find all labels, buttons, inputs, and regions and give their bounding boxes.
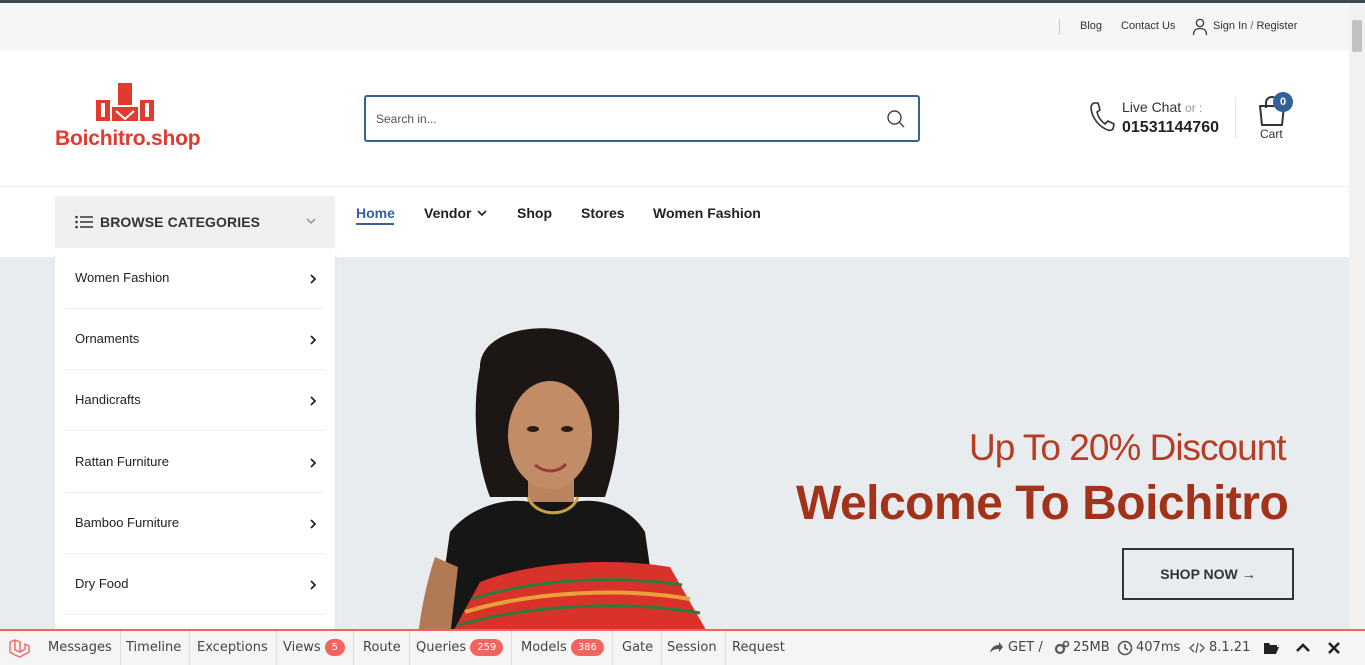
- debug-tab-label: Gate: [622, 640, 654, 655]
- browse-categories-toggle[interactable]: BROWSE CATEGORIES: [55, 196, 335, 248]
- chevron-right-icon: [310, 458, 317, 468]
- nav-women-fashion[interactable]: Women Fashion: [653, 205, 761, 221]
- chevron-right-icon: [310, 335, 317, 345]
- category-label: Bamboo Furniture: [75, 515, 180, 530]
- category-item-women-fashion[interactable]: Women Fashion: [65, 248, 325, 309]
- nav-shop[interactable]: Shop: [517, 205, 552, 221]
- category-menu: Women Fashion Ornaments Handicrafts Ratt…: [55, 248, 335, 629]
- register-link[interactable]: Register: [1256, 20, 1297, 32]
- category-label: Women Fashion: [75, 270, 170, 285]
- live-chat-label[interactable]: Live Chat or :: [1122, 99, 1202, 115]
- category-item-handicrafts[interactable]: Handicrafts: [65, 370, 325, 431]
- search-icon[interactable]: [886, 109, 906, 129]
- debug-tab-label: Views: [283, 640, 321, 655]
- search-input[interactable]: [376, 97, 856, 140]
- category-item-ornaments[interactable]: Ornaments: [65, 309, 325, 370]
- category-label: Rattan Furniture: [75, 454, 169, 469]
- folder-open-icon[interactable]: [1263, 640, 1279, 656]
- chevron-down-icon: [306, 218, 316, 224]
- blog-link[interactable]: Blog: [1080, 20, 1102, 32]
- shop-now-label: SHOP NOW: [1160, 566, 1238, 582]
- chevron-up-icon[interactable]: [1295, 640, 1311, 656]
- nav-home[interactable]: Home: [356, 205, 395, 221]
- debug-count-badge: 5: [324, 639, 345, 656]
- logo-text: Boichitro.shop: [55, 127, 201, 150]
- header-divider: [1235, 97, 1236, 139]
- category-item-dry-food[interactable]: Dry Food: [65, 554, 325, 615]
- topbar-divider: [1059, 19, 1060, 35]
- debug-php-version[interactable]: 8.1.21: [1209, 631, 1250, 665]
- site-header: Boichitro.shop Live Chat or : 0153114476…: [0, 51, 1349, 187]
- shop-now-button[interactable]: SHOP NOW →: [1122, 548, 1294, 600]
- chevron-right-icon: [310, 580, 317, 590]
- nav-stores[interactable]: Stores: [581, 205, 625, 221]
- nav-active-underline: [356, 223, 394, 225]
- debug-tab-label: Timeline: [126, 640, 182, 655]
- phone-icon: [1090, 102, 1115, 132]
- debug-tab-label: Request: [732, 640, 785, 655]
- debug-count-badge: 386: [570, 639, 604, 656]
- list-icon: [75, 215, 93, 229]
- debug-tab-label: Models: [521, 640, 567, 655]
- debug-tab-exceptions[interactable]: Exceptions: [189, 631, 277, 665]
- debug-tab-label: Session: [667, 640, 717, 655]
- arrow-right-icon: →: [1241, 566, 1256, 582]
- debug-tab-views[interactable]: Views 5: [275, 631, 354, 665]
- category-label: Dry Food: [75, 576, 129, 591]
- debug-tab-session[interactable]: Session: [659, 631, 726, 665]
- debug-tab-label: Route: [363, 640, 401, 655]
- debug-count-badge: 259: [470, 639, 504, 656]
- cart-count-badge: 0: [1273, 92, 1293, 112]
- site-logo[interactable]: Boichitro.shop: [55, 81, 205, 151]
- share-arrow-icon: [990, 642, 1003, 653]
- nav-vendor[interactable]: Vendor: [424, 205, 471, 221]
- user-icon: [1192, 18, 1208, 36]
- chevron-down-icon[interactable]: [477, 209, 487, 217]
- code-icon: [1189, 642, 1205, 654]
- top-bar: Blog Contact Us Sign In / Register: [0, 3, 1349, 51]
- chevron-right-icon: [310, 396, 317, 406]
- main-navigation: BROWSE CATEGORIES Home Vendor Shop Store…: [0, 187, 1349, 257]
- contact-link[interactable]: Contact Us: [1121, 20, 1175, 32]
- or-text: or :: [1185, 101, 1203, 115]
- debug-tab-gate[interactable]: Gate: [614, 631, 663, 665]
- category-item-rattan-furniture[interactable]: Rattan Furniture: [65, 432, 325, 493]
- debug-bar: Messages Timeline Exceptions Views 5 Rout…: [0, 629, 1365, 665]
- gears-icon: [1054, 640, 1070, 655]
- debug-tab-timeline[interactable]: Timeline: [118, 631, 191, 665]
- debug-tab-route[interactable]: Route: [355, 631, 410, 665]
- category-item-bamboo-furniture[interactable]: Bamboo Furniture: [65, 493, 325, 554]
- browse-categories-label: BROWSE CATEGORIES: [100, 214, 261, 230]
- phone-number[interactable]: 01531144760: [1122, 119, 1219, 137]
- chevron-right-icon: [310, 274, 317, 284]
- debug-tab-label: Queries: [416, 640, 467, 655]
- laravel-logo-icon[interactable]: [8, 638, 30, 660]
- hero-title: Welcome To Boichitro: [796, 477, 1289, 530]
- logo-mark-icon: [96, 83, 154, 121]
- cart-label[interactable]: Cart: [1260, 127, 1283, 141]
- page-scrollbar[interactable]: [1349, 3, 1365, 629]
- hero-subtitle: Up To 20% Discount: [969, 427, 1287, 468]
- close-icon[interactable]: [1326, 640, 1342, 656]
- debug-request-method[interactable]: GET /: [1008, 631, 1043, 665]
- auth-links: Sign In / Register: [1213, 20, 1297, 32]
- live-chat-text: Live Chat: [1122, 99, 1182, 115]
- debug-time[interactable]: 407ms: [1136, 631, 1180, 665]
- chevron-right-icon: [310, 519, 317, 529]
- signin-link[interactable]: Sign In: [1213, 20, 1247, 32]
- debug-tab-messages[interactable]: Messages: [40, 631, 121, 665]
- debug-memory[interactable]: 25MB: [1073, 631, 1110, 665]
- debug-tab-label: Exceptions: [197, 640, 268, 655]
- search-box: [364, 95, 920, 142]
- debug-tab-request[interactable]: Request: [724, 631, 793, 665]
- debug-tab-queries[interactable]: Queries 259: [408, 631, 513, 665]
- auth-separator: /: [1250, 20, 1254, 32]
- debug-tab-label: Messages: [48, 640, 112, 655]
- debug-tab-models[interactable]: Models 386: [513, 631, 613, 665]
- clock-icon: [1117, 640, 1133, 656]
- hero-model-image: [418, 328, 706, 629]
- category-label: Ornaments: [75, 331, 140, 346]
- category-label: Handicrafts: [75, 392, 141, 407]
- scrollbar-thumb[interactable]: [1352, 20, 1362, 52]
